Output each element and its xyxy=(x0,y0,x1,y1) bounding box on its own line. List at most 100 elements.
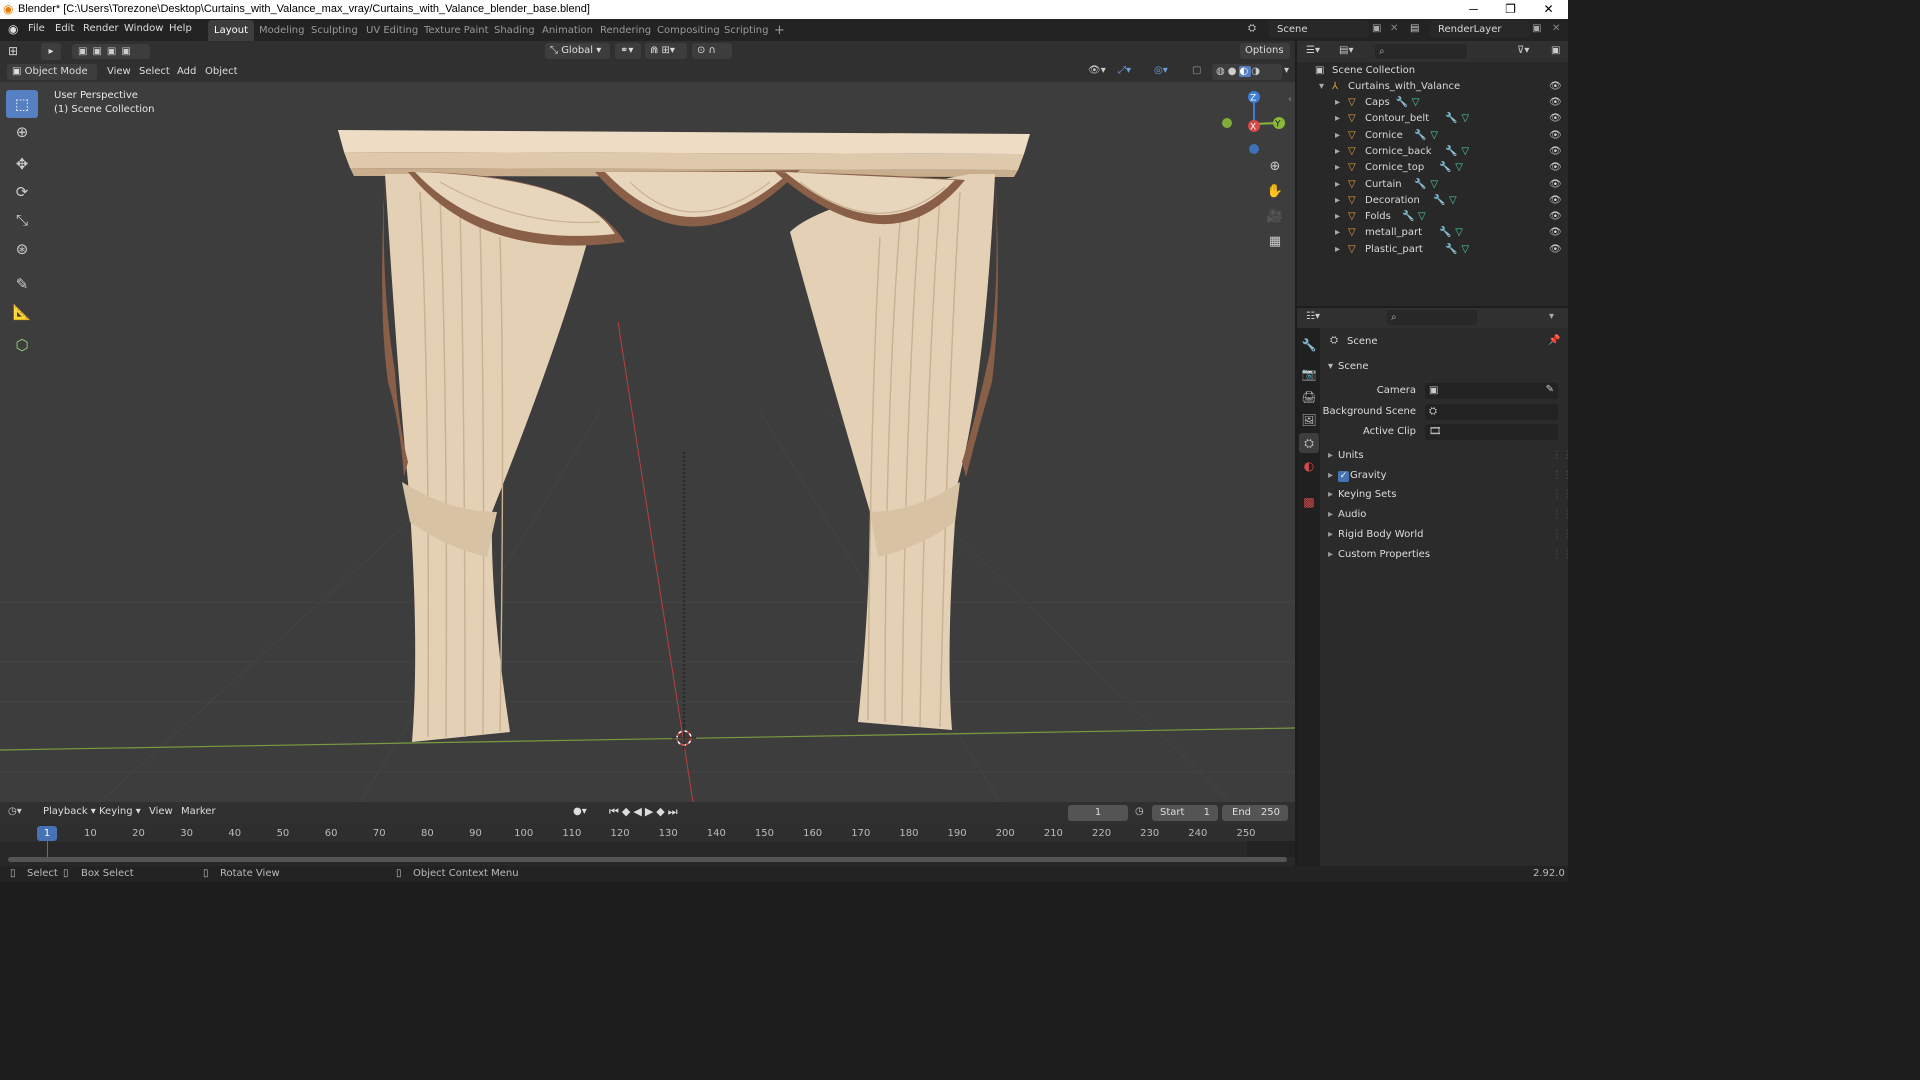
start-frame-field[interactable]: Start 1 xyxy=(1152,805,1218,821)
outliner-editor-icon[interactable]: ☰▾ xyxy=(1306,45,1320,56)
menu-playback[interactable]: Playback ▾ xyxy=(43,806,96,817)
menu-add[interactable]: Add xyxy=(177,66,196,77)
mesh-data-icon[interactable]: ▽ xyxy=(1430,128,1438,144)
menu-file[interactable]: File xyxy=(28,23,45,34)
expand-arrow-icon[interactable]: ▾ xyxy=(1319,79,1324,95)
menu-help[interactable]: Help xyxy=(169,23,192,34)
selection-mode-icons[interactable]: ▣▣▣▣ xyxy=(72,44,150,59)
expand-arrow-icon[interactable]: ▸ xyxy=(1335,95,1340,111)
section-expand-arrow[interactable]: ▸ xyxy=(1328,470,1333,481)
visibility-eye-icon[interactable]: 👁 xyxy=(1549,160,1562,176)
scene-panel-title[interactable]: Scene xyxy=(1338,361,1369,372)
drag-handle-icon[interactable]: ⋮⋮ xyxy=(1552,489,1572,500)
end-frame-field[interactable]: End 250 xyxy=(1222,805,1288,821)
expand-arrow-icon[interactable]: ▸ xyxy=(1335,144,1340,160)
modifier-icon[interactable]: 🔧 xyxy=(1433,193,1445,209)
right-curtain-object[interactable] xyxy=(790,174,998,730)
scene-selector[interactable]: Scene xyxy=(1269,21,1369,38)
record-icon[interactable]: ●▾ xyxy=(573,806,587,817)
outliner-row-object[interactable]: ▸ ▽ Cornice_top 🔧 ▽ 👁 xyxy=(1297,160,1568,176)
tab-layout[interactable]: Layout xyxy=(208,20,254,41)
scene-icon[interactable]: ⛭ xyxy=(1248,23,1256,34)
annotate-tool-icon[interactable]: ✎ xyxy=(6,270,38,298)
render-tab-icon[interactable]: 📷 xyxy=(1299,364,1319,384)
tab-texture-paint[interactable]: Texture Paint xyxy=(418,20,495,41)
properties-editor-icon[interactable]: ☷▾ xyxy=(1306,311,1320,322)
delete-view-layer-icon[interactable]: ✕ xyxy=(1552,23,1560,34)
tab-shading[interactable]: Shading xyxy=(488,20,541,41)
visibility-eye-icon[interactable]: 👁 xyxy=(1549,225,1562,241)
transform-tool-icon[interactable]: ⊛ xyxy=(6,235,38,263)
section-expand-arrow[interactable]: ▸ xyxy=(1328,450,1333,461)
world-tab-icon[interactable]: ◐ xyxy=(1299,456,1319,476)
expand-arrow-icon[interactable]: ▸ xyxy=(1335,242,1340,258)
section-custom-properties[interactable]: Custom Properties xyxy=(1338,549,1430,560)
sidebar-toggle-icon[interactable]: ‹ xyxy=(1288,94,1292,105)
pan-hand-icon[interactable]: ✋ xyxy=(1264,181,1286,203)
preview-range-icon[interactable]: ◷ xyxy=(1135,806,1144,817)
proportional-editing-icon[interactable]: ⊙ ∩ xyxy=(692,43,732,59)
add-workspace-button[interactable]: + xyxy=(768,20,791,41)
active-clip-field[interactable]: 🎞 xyxy=(1425,424,1558,440)
outliner-search-input[interactable]: ⌕ xyxy=(1375,44,1467,59)
section-audio[interactable]: Audio xyxy=(1338,509,1366,520)
gizmo-icon[interactable]: ⤢▾ xyxy=(1118,65,1131,76)
left-curtain-object[interactable] xyxy=(382,174,590,742)
visibility-eye-icon[interactable]: 👁 xyxy=(1549,242,1562,258)
eyedropper-icon[interactable]: ✎ xyxy=(1546,384,1554,395)
timeline-scrollbar[interactable] xyxy=(8,857,1287,862)
expand-arrow-icon[interactable]: ▸ xyxy=(1335,193,1340,209)
ortho-grid-icon[interactable]: ▦ xyxy=(1264,231,1286,253)
view-layer-tab-icon[interactable]: 🖼 xyxy=(1299,410,1319,430)
section-rigid-body-world[interactable]: Rigid Body World xyxy=(1338,529,1423,540)
gravity-checkbox[interactable]: ✓ xyxy=(1338,470,1349,482)
tab-scripting[interactable]: Scripting xyxy=(718,20,774,41)
scale-tool-icon[interactable]: ⤡ xyxy=(6,206,38,234)
navigation-gizmo[interactable]: Z Y X xyxy=(1222,91,1285,154)
options-dropdown[interactable]: Options ▾ xyxy=(1240,43,1290,72)
menu-select[interactable]: Select xyxy=(139,66,170,77)
section-expand-arrow[interactable]: ▸ xyxy=(1328,529,1333,540)
shading-options-icon[interactable]: ▾ xyxy=(1284,65,1289,76)
modifier-icon[interactable]: 🔧 xyxy=(1402,209,1414,225)
pin-icon[interactable]: 📌 xyxy=(1548,335,1560,346)
outliner-row-object[interactable]: ▸ ▽ Cornice 🔧 ▽ 👁 xyxy=(1297,128,1568,144)
modifier-icon[interactable]: 🔧 xyxy=(1414,128,1426,144)
scene-tab-icon[interactable]: ⛭ xyxy=(1299,433,1319,453)
display-mode-icon[interactable]: ▤▾ xyxy=(1339,45,1353,56)
tab-animation[interactable]: Animation xyxy=(536,20,599,41)
modifier-icon[interactable]: 🔧 xyxy=(1445,242,1457,258)
properties-options-icon[interactable]: ▾ xyxy=(1549,311,1554,322)
section-expand-arrow[interactable]: ▸ xyxy=(1328,509,1333,520)
outliner-row-object[interactable]: ▸ ▽ metall_part 🔧 ▽ 👁 xyxy=(1297,225,1568,241)
tab-compositing[interactable]: Compositing xyxy=(651,20,726,41)
visibility-icon[interactable]: 👁▾ xyxy=(1088,65,1106,76)
overlay-icon[interactable]: ◎▾ xyxy=(1154,65,1168,76)
filter-icon[interactable]: ⊽▾ xyxy=(1517,45,1529,56)
section-expand-arrow[interactable]: ▸ xyxy=(1328,489,1333,500)
tab-rendering[interactable]: Rendering xyxy=(594,20,657,41)
current-frame-field[interactable]: 1 xyxy=(1068,805,1128,821)
visibility-eye-icon[interactable]: 👁 xyxy=(1549,95,1562,111)
outliner-row-object[interactable]: ▸ ▽ Cornice_back 🔧 ▽ 👁 xyxy=(1297,144,1568,160)
mesh-data-icon[interactable]: ▽ xyxy=(1455,160,1463,176)
outliner-row-object[interactable]: ▸ ▽ Caps 🔧 ▽ 👁 xyxy=(1297,95,1568,111)
select-tool-icon[interactable]: ▸ xyxy=(41,43,61,60)
drag-handle-icon[interactable]: ⋮⋮ xyxy=(1552,509,1572,520)
outliner-row-object[interactable]: ▸ ▽ Plastic_part 🔧 ▽ 👁 xyxy=(1297,242,1568,258)
outliner[interactable]: ▣ Scene Collection ▾ ⅄ Curtains_with_Val… xyxy=(1297,62,1568,306)
mesh-data-icon[interactable]: ▽ xyxy=(1461,242,1469,258)
maximize-button[interactable]: ❐ xyxy=(1492,0,1529,19)
new-collection-icon[interactable]: ▣ xyxy=(1551,45,1560,56)
tab-uv-editing[interactable]: UV Editing xyxy=(360,20,424,41)
new-view-layer-icon[interactable]: ▣ xyxy=(1532,23,1541,34)
tool-tab-icon[interactable]: 🔧 xyxy=(1299,335,1319,355)
visibility-eye-icon[interactable]: 👁 xyxy=(1549,128,1562,144)
drag-handle-icon[interactable]: ⋮⋮ xyxy=(1552,529,1572,540)
expand-arrow-icon[interactable]: ▸ xyxy=(1335,225,1340,241)
mesh-data-icon[interactable]: ▽ xyxy=(1430,177,1438,193)
expand-arrow-icon[interactable]: ▸ xyxy=(1335,209,1340,225)
menu-object[interactable]: Object xyxy=(205,66,238,77)
outliner-row-object[interactable]: ▸ ▽ Decoration 🔧 ▽ 👁 xyxy=(1297,193,1568,209)
close-button[interactable]: ✕ xyxy=(1530,0,1567,19)
